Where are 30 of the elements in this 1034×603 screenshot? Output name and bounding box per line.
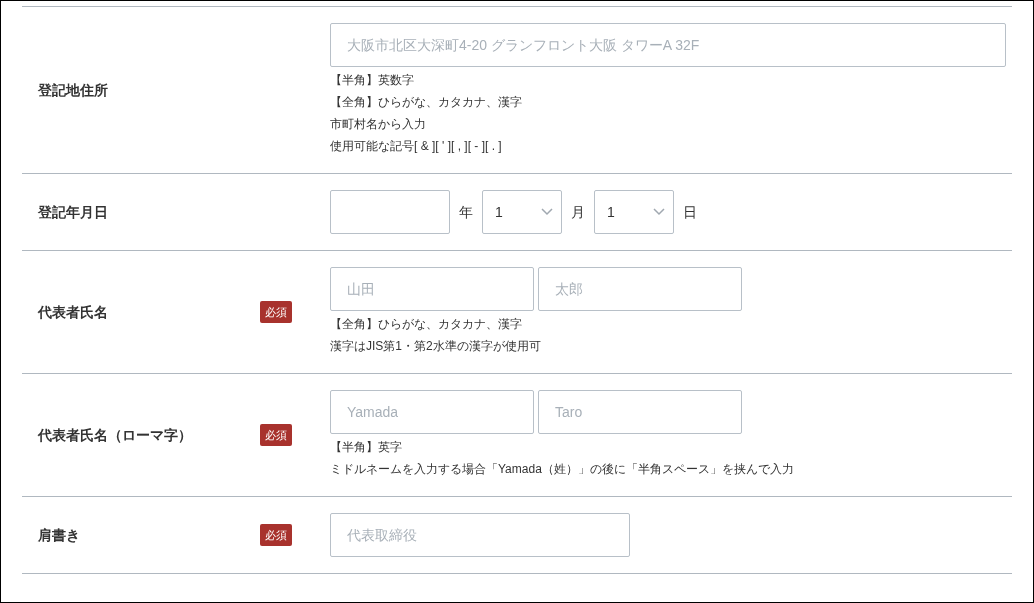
field-label: 代表者氏名（ローマ字） [38,425,192,445]
select-field[interactable]: 1 [594,190,674,234]
unit-label: 年 [459,202,473,222]
hint-text: 【全角】ひらがな、カタカナ、漢字 [330,94,523,111]
required-badge: 必須 [260,523,292,547]
hint-text: 【全角】ひらがな、カタカナ、漢字 [330,316,523,333]
required-badge: 必須 [260,423,292,447]
input-field[interactable]: 山田 [330,267,534,311]
unit-label: 月 [571,202,585,222]
hint-text: 【半角】英字 [330,439,403,456]
select-field[interactable]: 1 [482,190,562,234]
hint-text: 市町村名から入力 [330,116,427,133]
hint-text: 使用可能な記号[ & ][ ' ][ , ][ - ][ . ] [330,138,503,155]
input-field[interactable]: Taro [538,390,742,434]
input-field[interactable] [330,190,450,234]
hint-text: ミドルネームを入力する場合「Yamada（姓）」の後に「半角スペース」を挟んで入力 [330,461,794,478]
unit-label: 日 [683,202,697,222]
chevron-down-icon [653,208,665,216]
chevron-down-icon [541,208,553,216]
field-label: 登記地住所 [38,80,108,100]
input-field[interactable]: Yamada [330,390,534,434]
input-field[interactable]: 大阪市北区大深町4-20 グランフロント大阪 タワーA 32F [330,23,1006,67]
input-field[interactable]: 太郎 [538,267,742,311]
hint-text: 漢字はJIS第1・第2水準の漢字が使用可 [330,338,542,355]
field-label: 肩書き [38,525,80,545]
required-badge: 必須 [260,300,292,324]
field-label: 登記年月日 [38,202,108,222]
input-field[interactable]: 代表取締役 [330,513,630,557]
hint-text: 【半角】英数字 [330,72,415,89]
field-label: 代表者氏名 [38,302,108,322]
